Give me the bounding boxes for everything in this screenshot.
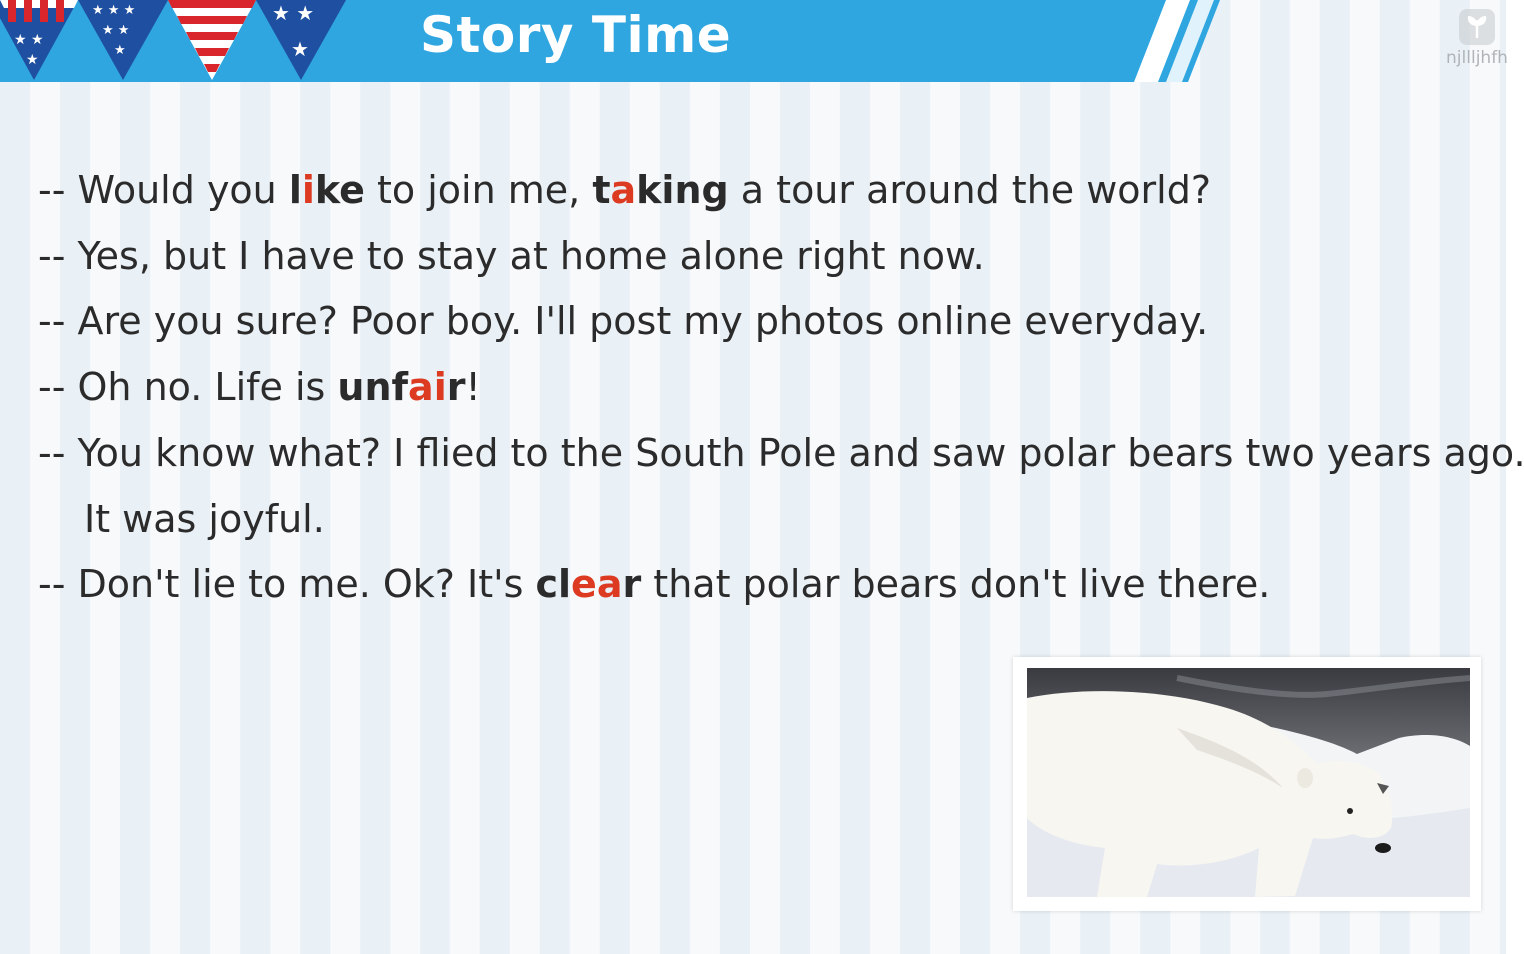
keyword-letters: cl: [535, 562, 572, 607]
dialogue-text-segment: -- Yes, but I have to stay at home alone…: [38, 233, 985, 278]
dialogue-text-segment: -- Don't lie to me. Ok? It's: [38, 562, 536, 607]
keyword-letters: l: [288, 168, 302, 212]
right-edge-strip: [1506, 0, 1524, 954]
svg-text:★ ★: ★ ★: [102, 23, 129, 38]
svg-text:★ ★ ★: ★ ★ ★: [92, 3, 135, 18]
dialogue-text-segment: a tour around the world?: [728, 168, 1212, 212]
keyword-highlight-letters: ai: [408, 365, 447, 410]
polar-bear-photo: [1013, 657, 1481, 911]
dialogue-text-segment: -- Are you sure? Poor boy. I'll post my …: [38, 299, 1209, 344]
dialogue-text-segment: -- You know what? I flied to the South P…: [38, 430, 1524, 475]
dialogue-line: -- Oh no. Life is unfair!: [38, 355, 1478, 421]
keyword-letters: r: [446, 365, 466, 410]
dialogue-line: -- Don't lie to me. Ok? It's clear that …: [38, 552, 1478, 618]
page-title: Story Time: [420, 6, 732, 64]
keyword-letters: t: [592, 168, 611, 212]
dialogue-line: -- Are you sure? Poor boy. I'll post my …: [38, 289, 1478, 355]
keyword-highlight-letters: i: [301, 168, 315, 212]
dialogue-text-segment: It was joyful.: [84, 496, 325, 541]
leaf-logo-icon: [1459, 9, 1495, 45]
vocabulary-keyword: taking: [592, 168, 728, 212]
dialogue-line: -- Yes, but I have to stay at home alone…: [38, 224, 1478, 290]
svg-text:★: ★: [114, 43, 126, 58]
keyword-letters: unf: [337, 365, 409, 410]
watermark-text: njllljhfh: [1446, 48, 1508, 68]
header-banner: ★ ★ ★ ★ ★ ★ ★ ★ ★ ★ ★ ★ Story Time: [0, 0, 1524, 82]
svg-text:★ ★: ★ ★: [272, 1, 314, 25]
banner-graphic: ★ ★ ★ ★ ★ ★ ★ ★ ★ ★ ★ ★: [0, 0, 1220, 82]
dialogue-text-segment: that polar bears don't live there.: [641, 562, 1271, 607]
dialogue-line: -- You know what? I flied to the South P…: [38, 421, 1524, 487]
dialogue-text-segment: -- Oh no. Life is: [38, 365, 338, 410]
svg-text:★: ★: [291, 37, 309, 61]
keyword-letters: r: [622, 562, 642, 607]
dialogue-line: It was joyful.: [38, 487, 1478, 553]
keyword-letters: ke: [314, 168, 365, 212]
vocabulary-keyword: unfair: [337, 365, 465, 409]
vocabulary-keyword: clear: [535, 562, 641, 606]
keyword-highlight-letters: ea: [571, 562, 623, 607]
keyword-letters: king: [636, 168, 729, 212]
dialogue-text: -- Would you like to join me, taking a t…: [38, 158, 1524, 618]
dialogue-text-segment: -- Would you: [38, 168, 289, 212]
dialogue-line: -- Would you like to join me, taking a t…: [38, 158, 1478, 224]
dialogue-text-segment: !: [465, 365, 481, 410]
dialogue-text-segment: to join me,: [364, 168, 593, 212]
svg-text:★: ★: [26, 52, 39, 68]
watermark: njllljhfh: [1442, 8, 1512, 68]
svg-text:★ ★: ★ ★: [14, 32, 44, 48]
polar-bear-image: [1027, 668, 1470, 897]
keyword-highlight-letters: a: [610, 168, 637, 212]
vocabulary-keyword: like: [289, 168, 365, 212]
